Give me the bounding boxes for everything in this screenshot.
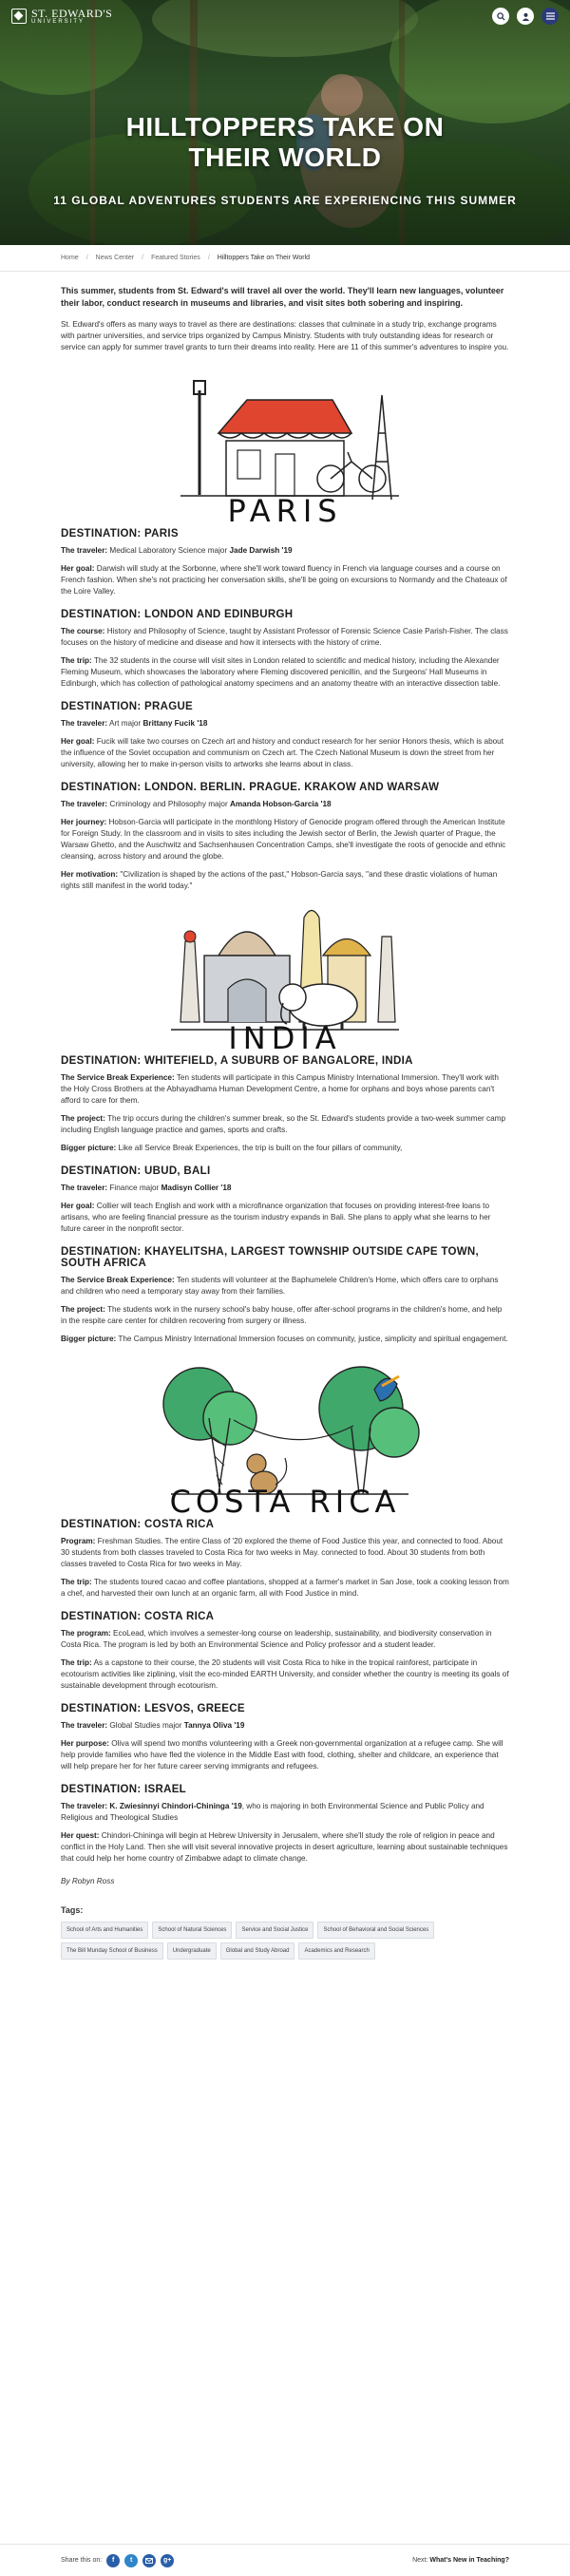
next-label: Next: bbox=[412, 2557, 428, 2564]
logo-name: ST. EDWARD'S bbox=[31, 7, 113, 20]
section-title-israel: DESTINATION: ISRAEL bbox=[61, 1784, 186, 1795]
tag[interactable]: Academics and Research bbox=[298, 1942, 375, 1960]
section-title-london: DESTINATION: LONDON AND EDINBURGH bbox=[61, 609, 294, 620]
logo-crest-icon bbox=[11, 9, 27, 24]
tag[interactable]: Global and Study Abroad bbox=[219, 1942, 295, 1960]
tag[interactable]: Service and Social Justice bbox=[236, 1922, 314, 1939]
user-icon[interactable] bbox=[517, 8, 534, 25]
tag[interactable]: School of Natural Sciences bbox=[152, 1922, 233, 1939]
paragraph: Her purpose: Oliva will spend two months… bbox=[61, 1739, 504, 1771]
paragraph: The traveler: Finance major Madisyn Coll… bbox=[61, 1184, 232, 1192]
paragraph: Her journey: Hobson-Garcia will particip… bbox=[61, 818, 506, 861]
search-icon[interactable] bbox=[492, 8, 509, 25]
section-title-costa-rica-1: DESTINATION: COSTA RICA bbox=[61, 1519, 215, 1530]
facebook-icon[interactable]: f bbox=[106, 2553, 121, 2567]
page-subtitle: 11 GLOBAL ADVENTURES STUDENTS ARE EXPERI… bbox=[53, 194, 517, 207]
paragraph: The trip: As a capstone to their course,… bbox=[61, 1658, 509, 1690]
paragraph: Her motivation: "Civilization is shaped … bbox=[61, 870, 498, 890]
article-lead: This summer, students from St. Edward's … bbox=[61, 286, 504, 308]
paragraph: The trip: The students toured cacao and … bbox=[61, 1578, 509, 1598]
paragraph: The project: The trip occurs during the … bbox=[61, 1114, 506, 1134]
email-icon[interactable] bbox=[142, 2553, 157, 2567]
section-title-khayelitsha: DESTINATION: KHAYELITSHA, LARGEST TOWNSH… bbox=[61, 1246, 479, 1269]
paragraph: The Service Break Experience: Ten studen… bbox=[61, 1073, 499, 1105]
paragraph: Bigger picture: The Campus Ministry Inte… bbox=[61, 1335, 508, 1343]
share-bar: Share this on: f t g+ bbox=[61, 2553, 175, 2567]
paragraph: The course: History and Philosophy of Sc… bbox=[61, 627, 508, 647]
tag[interactable]: School of Arts and Humanities bbox=[61, 1922, 149, 1939]
next-article-title: What's New in Teaching? bbox=[429, 2557, 509, 2564]
article-body: This summer, students from St. Edward's … bbox=[0, 272, 570, 1960]
costa-rica-illustration-label: COSTA RICA bbox=[169, 1484, 401, 1520]
tag-list: School of Arts and Humanities School of … bbox=[61, 1922, 509, 1960]
article-footer: Share this on: f t g+ Next: What's New i… bbox=[0, 2544, 570, 2576]
menu-icon[interactable] bbox=[542, 8, 559, 25]
paragraph: The program: EcoLead, which involves a s… bbox=[61, 1629, 492, 1649]
paris-illustration-label: PARIS bbox=[227, 493, 343, 529]
paragraph: The Service Break Experience: Ten studen… bbox=[61, 1276, 499, 1296]
paragraph: The traveler: Criminology and Philosophy… bbox=[61, 800, 332, 808]
paragraph: The traveler: Global Studies major Tanny… bbox=[61, 1721, 245, 1730]
breadcrumb-news-center[interactable]: News Center bbox=[96, 255, 134, 261]
tag[interactable]: School of Behavioral and Social Sciences bbox=[317, 1922, 435, 1939]
paragraph: Her goal: Fucik will take two courses on… bbox=[61, 737, 504, 768]
paragraph: The project: The students work in the nu… bbox=[61, 1305, 503, 1325]
paragraph: Program: Freshman Studies. The entire Cl… bbox=[61, 1537, 504, 1568]
breadcrumb: Home / News Center / Featured Stories / … bbox=[0, 245, 570, 272]
tag[interactable]: The Bill Munday School of Business bbox=[61, 1942, 163, 1960]
article-intro: St. Edward's offers as many ways to trav… bbox=[61, 320, 509, 351]
paragraph: The traveler: K. Zwiesinnyi Chindori-Chi… bbox=[61, 1802, 484, 1822]
google-plus-icon[interactable]: g+ bbox=[161, 2553, 175, 2567]
breadcrumb-home[interactable]: Home bbox=[61, 255, 79, 261]
university-logo[interactable]: ST. EDWARD'S UNIVERSITY bbox=[11, 8, 112, 25]
top-navigation: ST. EDWARD'S UNIVERSITY bbox=[0, 0, 570, 32]
section-title-whitefield: DESTINATION: WHITEFIELD, A SUBURB OF BAN… bbox=[61, 1055, 413, 1067]
hero-banner: ST. EDWARD'S UNIVERSITY HILLTOPPERS TAKE … bbox=[0, 0, 570, 245]
section-title-lesvos: DESTINATION: LESVOS, GREECE bbox=[61, 1703, 245, 1714]
paragraph: Her quest: Chindori-Chininga will begin … bbox=[61, 1831, 508, 1863]
paragraph: The trip: The 32 students in the course … bbox=[61, 656, 501, 688]
paragraph: Bigger picture: Like all Service Break E… bbox=[61, 1144, 403, 1152]
twitter-icon[interactable]: t bbox=[124, 2553, 139, 2567]
breadcrumb-featured-stories[interactable]: Featured Stories bbox=[151, 255, 200, 261]
section-title-costa-rica-2: DESTINATION: COSTA RICA bbox=[61, 1611, 215, 1622]
page-title: HILLTOPPERS TAKE ON THEIR WORLD bbox=[125, 112, 445, 172]
paragraph: The traveler: Medical Laboratory Science… bbox=[61, 546, 293, 555]
next-article-link[interactable]: Next: What's New in Teaching? bbox=[412, 2557, 509, 2564]
author-byline: By Robyn Ross bbox=[61, 1877, 115, 1885]
section-title-prague: DESTINATION: PRAGUE bbox=[61, 701, 194, 712]
section-title-bali: DESTINATION: UBUD, BALI bbox=[61, 1165, 211, 1177]
section-title-europe: DESTINATION: LONDON. BERLIN. PRAGUE. KRA… bbox=[61, 782, 440, 793]
paragraph: Her goal: Darwish will study at the Sorb… bbox=[61, 564, 507, 596]
breadcrumb-current: Hilltoppers Take on Their World bbox=[217, 255, 311, 261]
paragraph: Her goal: Collier will teach English and… bbox=[61, 1202, 491, 1233]
india-illustration-label: INDIA bbox=[228, 1020, 342, 1056]
tags-label: Tags: bbox=[61, 1905, 84, 1915]
tag[interactable]: Undergraduate bbox=[166, 1942, 217, 1960]
share-label: Share this on: bbox=[61, 2557, 103, 2564]
section-title-paris: DESTINATION: PARIS bbox=[61, 528, 179, 540]
paragraph: The traveler: Art major Brittany Fucik '… bbox=[61, 719, 208, 728]
